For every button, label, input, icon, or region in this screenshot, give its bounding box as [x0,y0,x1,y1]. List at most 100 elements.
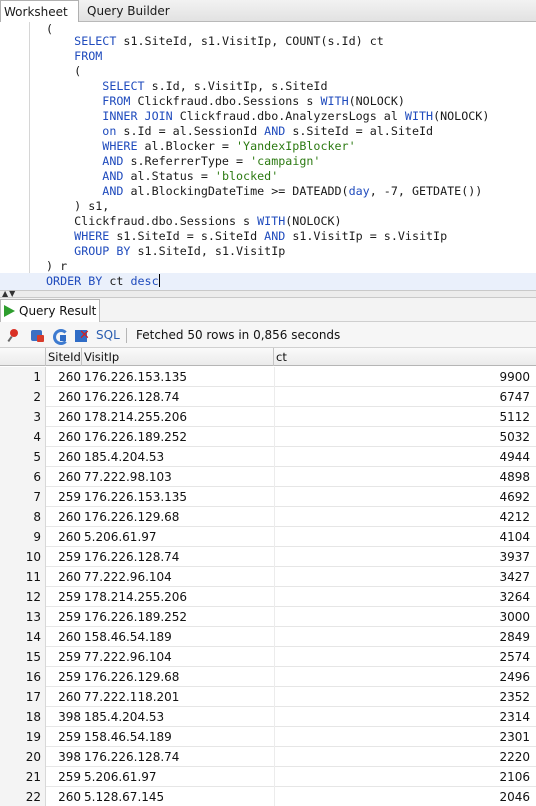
column-header-ct[interactable]: ct [274,348,536,366]
cell-siteid[interactable]: 259 [46,587,82,607]
cell-visitip[interactable]: 158.46.54.189 [82,627,274,647]
cell-siteid[interactable]: 259 [46,487,82,507]
cell-siteid[interactable]: 260 [46,447,82,467]
cell-siteid[interactable]: 260 [46,407,82,427]
table-row[interactable]: 17 260 77.222.118.201 2352 [0,687,536,707]
column-header-visitip[interactable]: VisitIp [82,348,274,366]
table-row[interactable]: 5 260 185.4.204.53 4944 [0,447,536,467]
table-row[interactable]: 3 260 178.214.255.206 5112 [0,407,536,427]
cell-siteid[interactable]: 260 [46,387,82,407]
table-row[interactable]: 13 259 176.226.189.252 3000 [0,607,536,627]
cell-siteid[interactable]: 260 [46,507,82,527]
cell-ct[interactable]: 2220 [274,747,536,767]
cell-ct[interactable]: 2046 [274,787,536,806]
pin-icon[interactable] [7,328,22,343]
cell-ct[interactable]: 4212 [274,507,536,527]
cell-ct[interactable]: 4944 [274,447,536,467]
export-icon[interactable] [30,328,45,343]
cell-visitip[interactable]: 77.222.96.104 [82,567,274,587]
collapse-arrows-icon[interactable]: ▲▼ [2,290,16,298]
cell-ct[interactable]: 2496 [274,667,536,687]
cell-ct[interactable]: 2301 [274,727,536,747]
cell-visitip[interactable]: 5.206.61.97 [82,527,274,547]
cell-visitip[interactable]: 176.226.129.68 [82,507,274,527]
cell-ct[interactable]: 6747 [274,387,536,407]
sql-button[interactable]: SQL [96,328,120,342]
header-rownum[interactable] [0,348,46,366]
cell-ct[interactable]: 3427 [274,567,536,587]
cell-ct[interactable]: 3937 [274,547,536,567]
tab-query-builder[interactable]: Query Builder [83,0,174,22]
cell-ct[interactable]: 2849 [274,627,536,647]
tab-worksheet[interactable]: Worksheet [0,0,79,23]
cancel-icon[interactable] [75,328,90,343]
cell-siteid[interactable]: 259 [46,647,82,667]
table-row[interactable]: 1 260 176.226.153.135 9900 [0,367,536,387]
cell-visitip[interactable]: 178.214.255.206 [82,407,274,427]
cell-visitip[interactable]: 176.226.189.252 [82,427,274,447]
cell-visitip[interactable]: 178.214.255.206 [82,587,274,607]
table-row[interactable]: 20 398 176.226.128.74 2220 [0,747,536,767]
table-row[interactable]: 7 259 176.226.153.135 4692 [0,487,536,507]
sql-editor[interactable]: ( SELECT s1.SiteId, s1.VisitIp, COUNT(s.… [0,22,536,290]
table-row[interactable]: 11 260 77.222.96.104 3427 [0,567,536,587]
cell-visitip[interactable]: 158.46.54.189 [82,727,274,747]
cell-ct[interactable]: 2574 [274,647,536,667]
cell-ct[interactable]: 3264 [274,587,536,607]
cell-siteid[interactable]: 259 [46,727,82,747]
table-row[interactable]: 10 259 176.226.128.74 3937 [0,547,536,567]
cell-ct[interactable]: 4898 [274,467,536,487]
cell-siteid[interactable]: 260 [46,527,82,547]
cell-visitip[interactable]: 77.222.98.103 [82,467,274,487]
cell-siteid[interactable]: 260 [46,627,82,647]
cell-siteid[interactable]: 398 [46,707,82,727]
table-row[interactable]: 12 259 178.214.255.206 3264 [0,587,536,607]
cell-siteid[interactable]: 259 [46,667,82,687]
cell-visitip[interactable]: 176.226.153.135 [82,487,274,507]
cell-ct[interactable]: 5112 [274,407,536,427]
editor-result-splitter[interactable]: ▲▼ [0,290,536,298]
cell-siteid[interactable]: 259 [46,607,82,627]
cell-siteid[interactable]: 260 [46,687,82,707]
table-row[interactable]: 18 398 185.4.204.53 2314 [0,707,536,727]
table-row[interactable]: 4 260 176.226.189.252 5032 [0,427,536,447]
cell-ct[interactable]: 2314 [274,707,536,727]
cell-visitip[interactable]: 176.226.153.135 [82,367,274,387]
result-grid[interactable]: SiteId VisitIp ct 1 260 176.226.153.135 990… [0,348,536,806]
cell-visitip[interactable]: 77.222.118.201 [82,687,274,707]
cell-siteid[interactable]: 260 [46,567,82,587]
cell-ct[interactable]: 2106 [274,767,536,787]
cell-siteid[interactable]: 260 [46,787,82,806]
cell-visitip[interactable]: 176.226.189.252 [82,607,274,627]
cell-ct[interactable]: 4104 [274,527,536,547]
table-row[interactable]: 8 260 176.226.129.68 4212 [0,507,536,527]
cell-ct[interactable]: 3000 [274,607,536,627]
cell-ct[interactable]: 9900 [274,367,536,387]
table-row[interactable]: 6 260 77.222.98.103 4898 [0,467,536,487]
cell-visitip[interactable]: 176.226.128.74 [82,387,274,407]
refresh-icon[interactable] [52,328,69,345]
tab-query-result[interactable]: Query Result [0,299,100,322]
cell-siteid[interactable]: 260 [46,467,82,487]
cell-siteid[interactable]: 398 [46,747,82,767]
table-row[interactable]: 14 260 158.46.54.189 2849 [0,627,536,647]
cell-visitip[interactable]: 176.226.128.74 [82,547,274,567]
cell-visitip[interactable]: 5.128.67.145 [82,787,274,806]
cell-visitip[interactable]: 176.226.129.68 [82,667,274,687]
cell-visitip[interactable]: 77.222.96.104 [82,647,274,667]
table-row[interactable]: 15 259 77.222.96.104 2574 [0,647,536,667]
cell-visitip[interactable]: 185.4.204.53 [82,447,274,467]
column-header-siteid[interactable]: SiteId [46,348,82,366]
cell-siteid[interactable]: 260 [46,367,82,387]
table-row[interactable]: 2 260 176.226.128.74 6747 [0,387,536,407]
table-row[interactable]: 16 259 176.226.129.68 2496 [0,667,536,687]
cell-visitip[interactable]: 5.206.61.97 [82,767,274,787]
cell-siteid[interactable]: 260 [46,427,82,447]
cell-ct[interactable]: 5032 [274,427,536,447]
cell-ct[interactable]: 2352 [274,687,536,707]
table-row[interactable]: 21 259 5.206.61.97 2106 [0,767,536,787]
cell-siteid[interactable]: 259 [46,547,82,567]
cell-visitip[interactable]: 185.4.204.53 [82,707,274,727]
cell-visitip[interactable]: 176.226.128.74 [82,747,274,767]
table-row[interactable]: 19 259 158.46.54.189 2301 [0,727,536,747]
